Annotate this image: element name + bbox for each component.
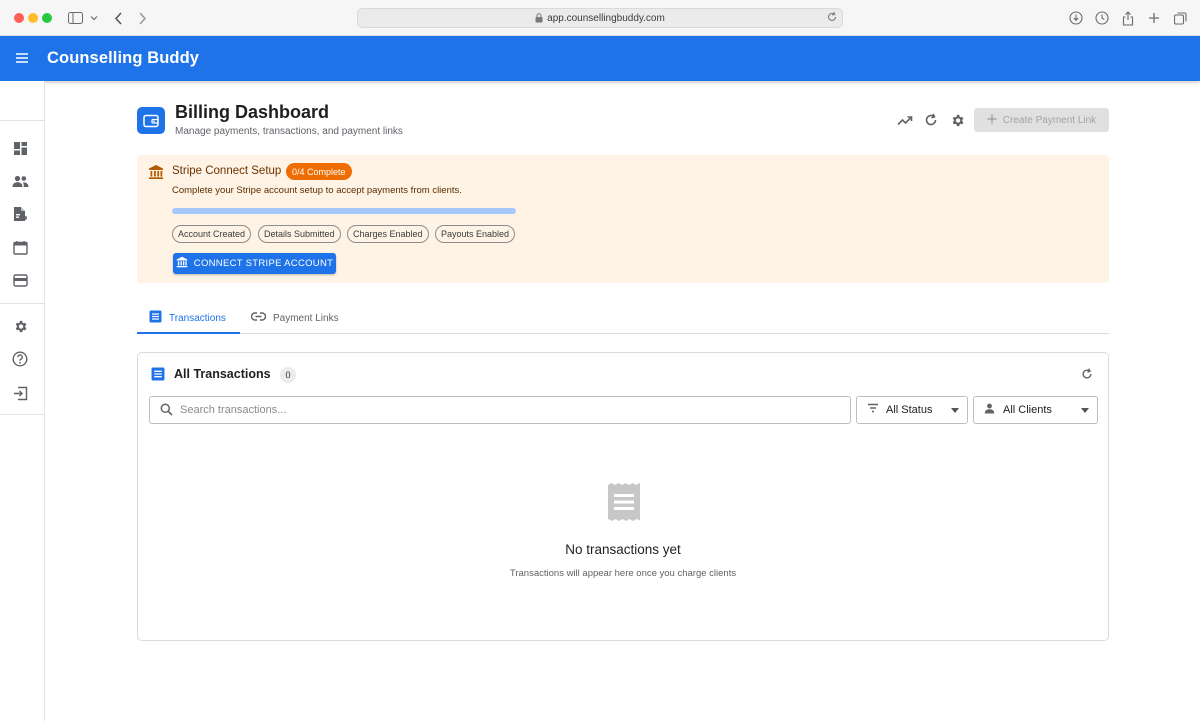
active-tab-indicator: [137, 332, 240, 334]
share-icon[interactable]: [1120, 9, 1136, 27]
bank-icon: [148, 164, 166, 182]
help-icon[interactable]: [11, 350, 29, 368]
menu-icon[interactable]: [14, 50, 30, 66]
minimize-window-button[interactable]: [28, 13, 38, 23]
create-payment-link-label: Create Payment Link: [1002, 114, 1097, 126]
status-filter-value: All Status: [886, 404, 933, 416]
connect-stripe-button[interactable]: CONNECT STRIPE ACCOUNT: [173, 253, 336, 274]
address-bar[interactable]: app.counsellingbuddy.com: [357, 8, 843, 28]
search-field[interactable]: [149, 396, 851, 424]
stripe-setup-title: Stripe Connect Setup: [172, 165, 282, 177]
app-bar: Counselling Buddy: [0, 36, 1200, 81]
setup-progress-bar: [172, 208, 516, 214]
transactions-title: All Transactions: [174, 367, 271, 381]
stripe-connect-panel: Stripe Connect Setup 0/4 Complete Comple…: [137, 155, 1109, 283]
tab-transactions-label: Transactions: [169, 312, 226, 324]
tab-payment-links[interactable]: Payment Links: [250, 303, 361, 333]
tab-payment-links-label: Payment Links: [273, 312, 339, 324]
receipt-icon: [606, 483, 642, 521]
wallet-icon: [137, 107, 165, 134]
step-chip-details-submitted: Details Submitted: [258, 225, 341, 243]
search-icon: [160, 403, 174, 417]
bank-icon: [176, 256, 188, 271]
people-icon[interactable]: [11, 172, 29, 190]
back-icon[interactable]: [111, 9, 125, 27]
history-icon[interactable]: [1094, 9, 1110, 27]
rail-divider: [0, 414, 44, 415]
empty-state-title: No transactions yet: [565, 542, 681, 557]
trending-up-icon[interactable]: [897, 112, 913, 128]
completion-badge: 0/4 Complete: [286, 163, 352, 180]
dropdown-arrow-icon: [951, 408, 959, 413]
wallet-icon[interactable]: [11, 271, 29, 289]
new-tab-icon[interactable]: [1146, 9, 1162, 27]
refresh-icon[interactable]: [1081, 367, 1095, 381]
close-window-button[interactable]: [14, 13, 24, 23]
dashboard-icon[interactable]: [11, 139, 29, 157]
rail-divider: [0, 120, 44, 121]
step-chip-charges-enabled: Charges Enabled: [347, 225, 429, 243]
page-subtitle: Manage payments, transactions, and payme…: [175, 126, 403, 137]
filter-icon: [867, 403, 881, 417]
gear-icon[interactable]: [11, 317, 29, 335]
step-chip-account-created: Account Created: [172, 225, 252, 243]
refresh-icon[interactable]: [923, 112, 939, 128]
chevron-down-icon[interactable]: [89, 9, 99, 27]
create-payment-link-button[interactable]: Create Payment Link: [974, 108, 1109, 132]
billing-tabs: Transactions Payment Links: [137, 303, 1109, 334]
empty-state-subtitle: Transactions will appear here once you c…: [509, 568, 737, 579]
stripe-setup-description: Complete your Stripe account setup to ac…: [172, 185, 462, 196]
transactions-card: All Transactions 0 All Status All Client…: [137, 352, 1109, 641]
reload-icon[interactable]: [826, 11, 838, 26]
link-icon: [250, 312, 267, 324]
status-filter-select[interactable]: All Status: [856, 396, 968, 424]
dropdown-arrow-icon: [1081, 408, 1089, 413]
list-icon: [151, 367, 165, 381]
rail-divider: [0, 303, 44, 304]
step-chip-payouts-enabled: Payouts Enabled: [435, 225, 516, 243]
app-title[interactable]: Counselling Buddy: [47, 49, 199, 68]
tab-overview-icon[interactable]: [1172, 9, 1188, 27]
sidebar-toggle-icon[interactable]: [67, 9, 83, 27]
url-text: app.counsellingbuddy.com: [547, 12, 665, 24]
search-input[interactable]: [180, 404, 840, 416]
forward-icon[interactable]: [135, 9, 149, 27]
browser-toolbar: app.counsellingbuddy.com: [0, 0, 1200, 36]
document-icon[interactable]: [11, 205, 29, 223]
plus-icon: [987, 114, 997, 127]
download-icon[interactable]: [1068, 9, 1084, 27]
client-filter-value: All Clients: [1003, 404, 1052, 416]
connect-stripe-label: CONNECT STRIPE ACCOUNT: [193, 258, 334, 269]
client-filter-select[interactable]: All Clients: [973, 396, 1098, 424]
logout-icon[interactable]: [11, 384, 29, 402]
zoom-window-button[interactable]: [42, 13, 52, 23]
transactions-count-badge: 0: [280, 367, 296, 383]
side-navigation: [0, 81, 45, 721]
tab-transactions[interactable]: Transactions: [137, 303, 240, 334]
list-icon: [149, 310, 162, 326]
gear-icon[interactable]: [949, 112, 965, 128]
page-title: Billing Dashboard: [175, 102, 330, 122]
calendar-icon[interactable]: [11, 238, 29, 256]
lock-icon: [535, 13, 543, 23]
person-icon: [984, 403, 998, 417]
